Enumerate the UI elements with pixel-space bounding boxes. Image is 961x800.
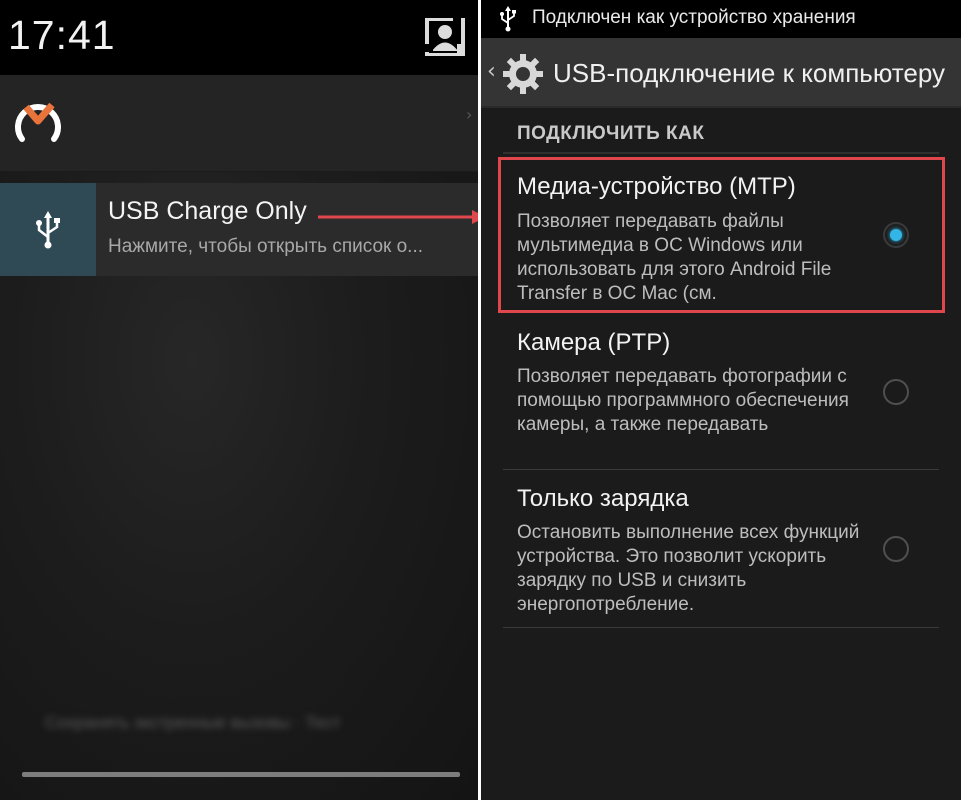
annotation-highlight-box [498, 157, 945, 313]
usb-icon [36, 211, 60, 249]
option-divider [503, 469, 939, 470]
notification-text: Нажмите, чтобы открыть список о... [108, 236, 424, 257]
gear-icon[interactable] [501, 52, 545, 96]
status-bar: 17:41 [0, 0, 478, 75]
option-divider [503, 627, 939, 628]
usb-status-icon [500, 6, 516, 32]
clock: 17:41 [8, 12, 116, 58]
annotation-arrow [318, 210, 486, 224]
usb-settings-screen: Подключен как устройство хранения ‹ USB-… [481, 0, 961, 800]
blurred-footer-text: Сохранять экстренные вызовы · Тест [45, 713, 341, 732]
radio-unselected-icon[interactable] [883, 379, 909, 405]
option-description: Позволяет передавать фотографии с помощь… [517, 366, 849, 435]
section-divider [503, 152, 939, 154]
back-chevron-icon[interactable]: ‹ [487, 59, 496, 84]
option-description: Остановить выполнение всех функций устро… [517, 522, 860, 615]
action-bar: ‹ USB-подключение к компьютеру [481, 38, 961, 108]
option-title: Только зарядка [517, 485, 689, 512]
option-charge-only[interactable]: Только зарядка Остановить выполнение все… [503, 471, 939, 629]
page-title: USB-подключение к компьютеру [553, 58, 945, 88]
quick-settings-icon[interactable] [425, 18, 465, 56]
app-logo-icon[interactable] [12, 99, 64, 151]
option-title: Камера (PTP) [517, 329, 671, 356]
status-bar: Подключен как устройство хранения [481, 0, 961, 38]
usb-notification[interactable]: USB Charge Only Нажмите, чтобы открыть с… [0, 183, 478, 276]
section-header: ПОДКЛЮЧИТЬ КАК [517, 123, 705, 144]
notification-shade: 17:41 › USB Charge Only Нажмите, чтобы о… [0, 0, 478, 800]
app-header: › [0, 75, 478, 172]
notification-title: USB Charge Only [108, 197, 307, 225]
overflow-edge: › [466, 105, 473, 124]
option-ptp[interactable]: Камера (PTP) Позволяет передавать фотогр… [503, 313, 939, 471]
radio-unselected-icon[interactable] [883, 536, 909, 562]
notification-icon-box [0, 183, 96, 276]
shade-handle[interactable] [22, 772, 460, 777]
status-text: Подключен как устройство хранения [532, 7, 856, 28]
